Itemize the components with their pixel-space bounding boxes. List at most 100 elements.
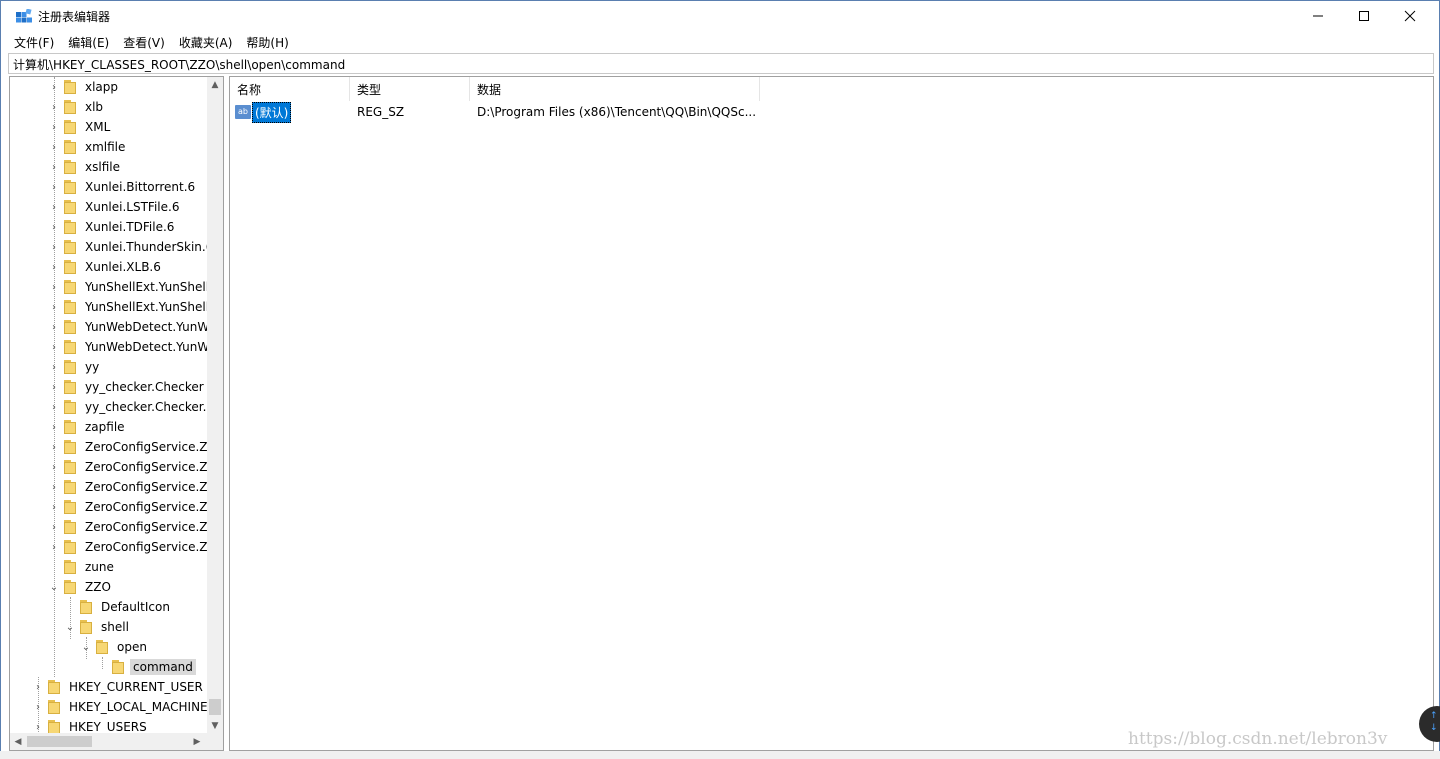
chevron-right-icon[interactable]: ›: [48, 137, 60, 157]
tree-vscroll-thumb[interactable]: [209, 699, 221, 715]
tree-item[interactable]: › HKEY_LOCAL_MACHINE: [32, 697, 208, 717]
tree-item-label: zune: [85, 560, 114, 574]
tree-item[interactable]: › Xunlei.ThunderSkin.6: [48, 237, 208, 257]
tree-item[interactable]: › zapfile: [48, 417, 128, 437]
chevron-right-icon[interactable]: ›: [48, 297, 60, 317]
chevron-right-icon[interactable]: ›: [48, 537, 60, 557]
maximize-button[interactable]: [1341, 1, 1387, 31]
chevron-right-icon[interactable]: ›: [48, 117, 60, 137]
folder-icon: [64, 340, 76, 354]
tree-horizontal-scrollbar[interactable]: ◀ ▶: [10, 733, 223, 750]
chevron-right-icon[interactable]: ›: [48, 457, 60, 477]
column-header-type[interactable]: 类型: [350, 77, 470, 101]
chevron-right-icon[interactable]: ›: [48, 517, 60, 537]
folder-icon: [64, 80, 76, 94]
chevron-right-icon[interactable]: ›: [48, 277, 60, 297]
string-value-icon: ab: [235, 105, 251, 119]
tree-item[interactable]: › YunShellExt.YunShellE: [48, 277, 208, 297]
tree-item[interactable]: › YunWebDetect.YunWe: [48, 317, 208, 337]
tree-item[interactable]: › Xunlei.TDFile.6: [48, 217, 177, 237]
tree-item[interactable]: ⌄ open: [80, 637, 150, 657]
close-button[interactable]: [1387, 1, 1433, 31]
folder-icon: [64, 260, 76, 274]
folder-icon: [48, 680, 60, 694]
tree-item[interactable]: DefaultIcon: [64, 597, 173, 617]
tree-item[interactable]: › xlb: [48, 97, 106, 117]
menu-file[interactable]: 文件(F): [7, 32, 61, 52]
folder-icon: [64, 280, 76, 294]
tree-item-label: ZeroConfigService.ZS: [85, 520, 208, 534]
tree-item[interactable]: › xslfile: [48, 157, 123, 177]
folder-icon: [64, 220, 76, 234]
tree-item[interactable]: › yy: [48, 357, 102, 377]
tree-item[interactable]: › ZeroConfigService.ZS: [48, 537, 208, 557]
tree-item[interactable]: › ZeroConfigService.ZS: [48, 517, 208, 537]
chevron-right-icon[interactable]: ›: [32, 677, 44, 697]
value-row[interactable]: ab (默认) REG_SZ D:\Program Files (x86)\Te…: [230, 101, 760, 123]
chevron-right-icon[interactable]: ›: [48, 337, 60, 357]
menu-view[interactable]: 查看(V): [116, 32, 172, 52]
tree-hscroll-thumb[interactable]: [27, 736, 92, 747]
chevron-right-icon[interactable]: ›: [48, 217, 60, 237]
tree-item[interactable]: › YunWebDetect.YunWe: [48, 337, 208, 357]
chevron-right-icon[interactable]: ›: [48, 257, 60, 277]
tree-item[interactable]: › ZeroConfigService.ZD: [48, 437, 208, 457]
scroll-right-icon[interactable]: ▶: [189, 733, 205, 750]
tree-item[interactable]: › Xunlei.Bittorrent.6: [48, 177, 198, 197]
tree-item[interactable]: zune: [48, 557, 117, 577]
tree-item[interactable]: › HKEY_USERS: [32, 717, 150, 734]
chevron-right-icon[interactable]: ›: [32, 717, 44, 734]
menu-help[interactable]: 帮助(H): [239, 32, 295, 52]
scroll-up-icon[interactable]: ▲: [207, 77, 223, 93]
tree-item[interactable]: ⌄ ZZO: [48, 577, 114, 597]
address-bar[interactable]: 计算机\HKEY_CLASSES_ROOT\ZZO\shell\open\com…: [8, 53, 1434, 74]
chevron-right-icon[interactable]: ›: [48, 157, 60, 177]
tree-item-label: open: [117, 640, 147, 654]
tree-item[interactable]: › HKEY_CURRENT_USER: [32, 677, 206, 697]
chevron-right-icon[interactable]: ›: [48, 77, 60, 97]
tree-item[interactable]: command: [96, 657, 196, 677]
chevron-right-icon[interactable]: ›: [48, 377, 60, 397]
chevron-right-icon[interactable]: ›: [48, 437, 60, 457]
tree-item[interactable]: › Xunlei.XLB.6: [48, 257, 164, 277]
menu-edit[interactable]: 编辑(E): [61, 32, 116, 52]
values-list-pane[interactable]: 名称 类型 数据 ab (默认) REG_SZ D:\Program Files…: [229, 76, 1434, 751]
tree-item[interactable]: ⌄ shell: [64, 617, 132, 637]
chevron-right-icon[interactable]: ›: [48, 197, 60, 217]
chevron-down-icon[interactable]: ⌄: [64, 617, 76, 637]
value-name[interactable]: (默认): [252, 101, 292, 123]
title-bar[interactable]: 注册表编辑器: [1, 1, 1439, 31]
tree-item[interactable]: › YunShellExt.YunShellE: [48, 297, 208, 317]
minimize-button[interactable]: [1295, 1, 1341, 31]
chevron-right-icon[interactable]: ›: [48, 477, 60, 497]
chevron-right-icon[interactable]: ›: [48, 397, 60, 417]
tree-item[interactable]: › xmlfile: [48, 137, 128, 157]
chevron-right-icon[interactable]: ›: [48, 237, 60, 257]
tree-vertical-scrollbar[interactable]: ▲ ▼: [207, 77, 223, 734]
menu-favorites[interactable]: 收藏夹(A): [172, 32, 240, 52]
folder-icon: [64, 180, 76, 194]
value-name-cell: ab (默认): [230, 101, 350, 123]
tree-item[interactable]: › Xunlei.LSTFile.6: [48, 197, 182, 217]
chevron-right-icon[interactable]: ›: [48, 177, 60, 197]
tree-item[interactable]: › ZeroConfigService.ZD: [48, 457, 208, 477]
tree-item[interactable]: › ZeroConfigService.ZP: [48, 497, 208, 517]
tree-item[interactable]: › XML: [48, 117, 113, 137]
key-tree-pane[interactable]: › xlapp › xlb › XML › xmlfile › xslfile › Xunlei.Bi…: [9, 76, 224, 751]
tree-item[interactable]: › xlapp: [48, 77, 121, 97]
chevron-right-icon[interactable]: ›: [48, 497, 60, 517]
chevron-right-icon[interactable]: ›: [48, 317, 60, 337]
scroll-left-icon[interactable]: ◀: [10, 733, 26, 750]
chevron-right-icon[interactable]: ›: [48, 97, 60, 117]
tree-item[interactable]: › yy_checker.Checker: [48, 377, 207, 397]
chevron-down-icon[interactable]: ⌄: [48, 577, 60, 597]
column-header-data[interactable]: 数据: [470, 77, 760, 101]
scroll-down-icon[interactable]: ▼: [207, 718, 223, 734]
chevron-right-icon[interactable]: ›: [32, 697, 44, 717]
chevron-down-icon[interactable]: ⌄: [80, 637, 92, 657]
chevron-right-icon[interactable]: ›: [48, 357, 60, 377]
tree-item[interactable]: › yy_checker.Checker.1: [48, 397, 208, 417]
column-header-name[interactable]: 名称: [230, 77, 350, 101]
tree-item[interactable]: › ZeroConfigService.ZP: [48, 477, 208, 497]
chevron-right-icon[interactable]: ›: [48, 417, 60, 437]
